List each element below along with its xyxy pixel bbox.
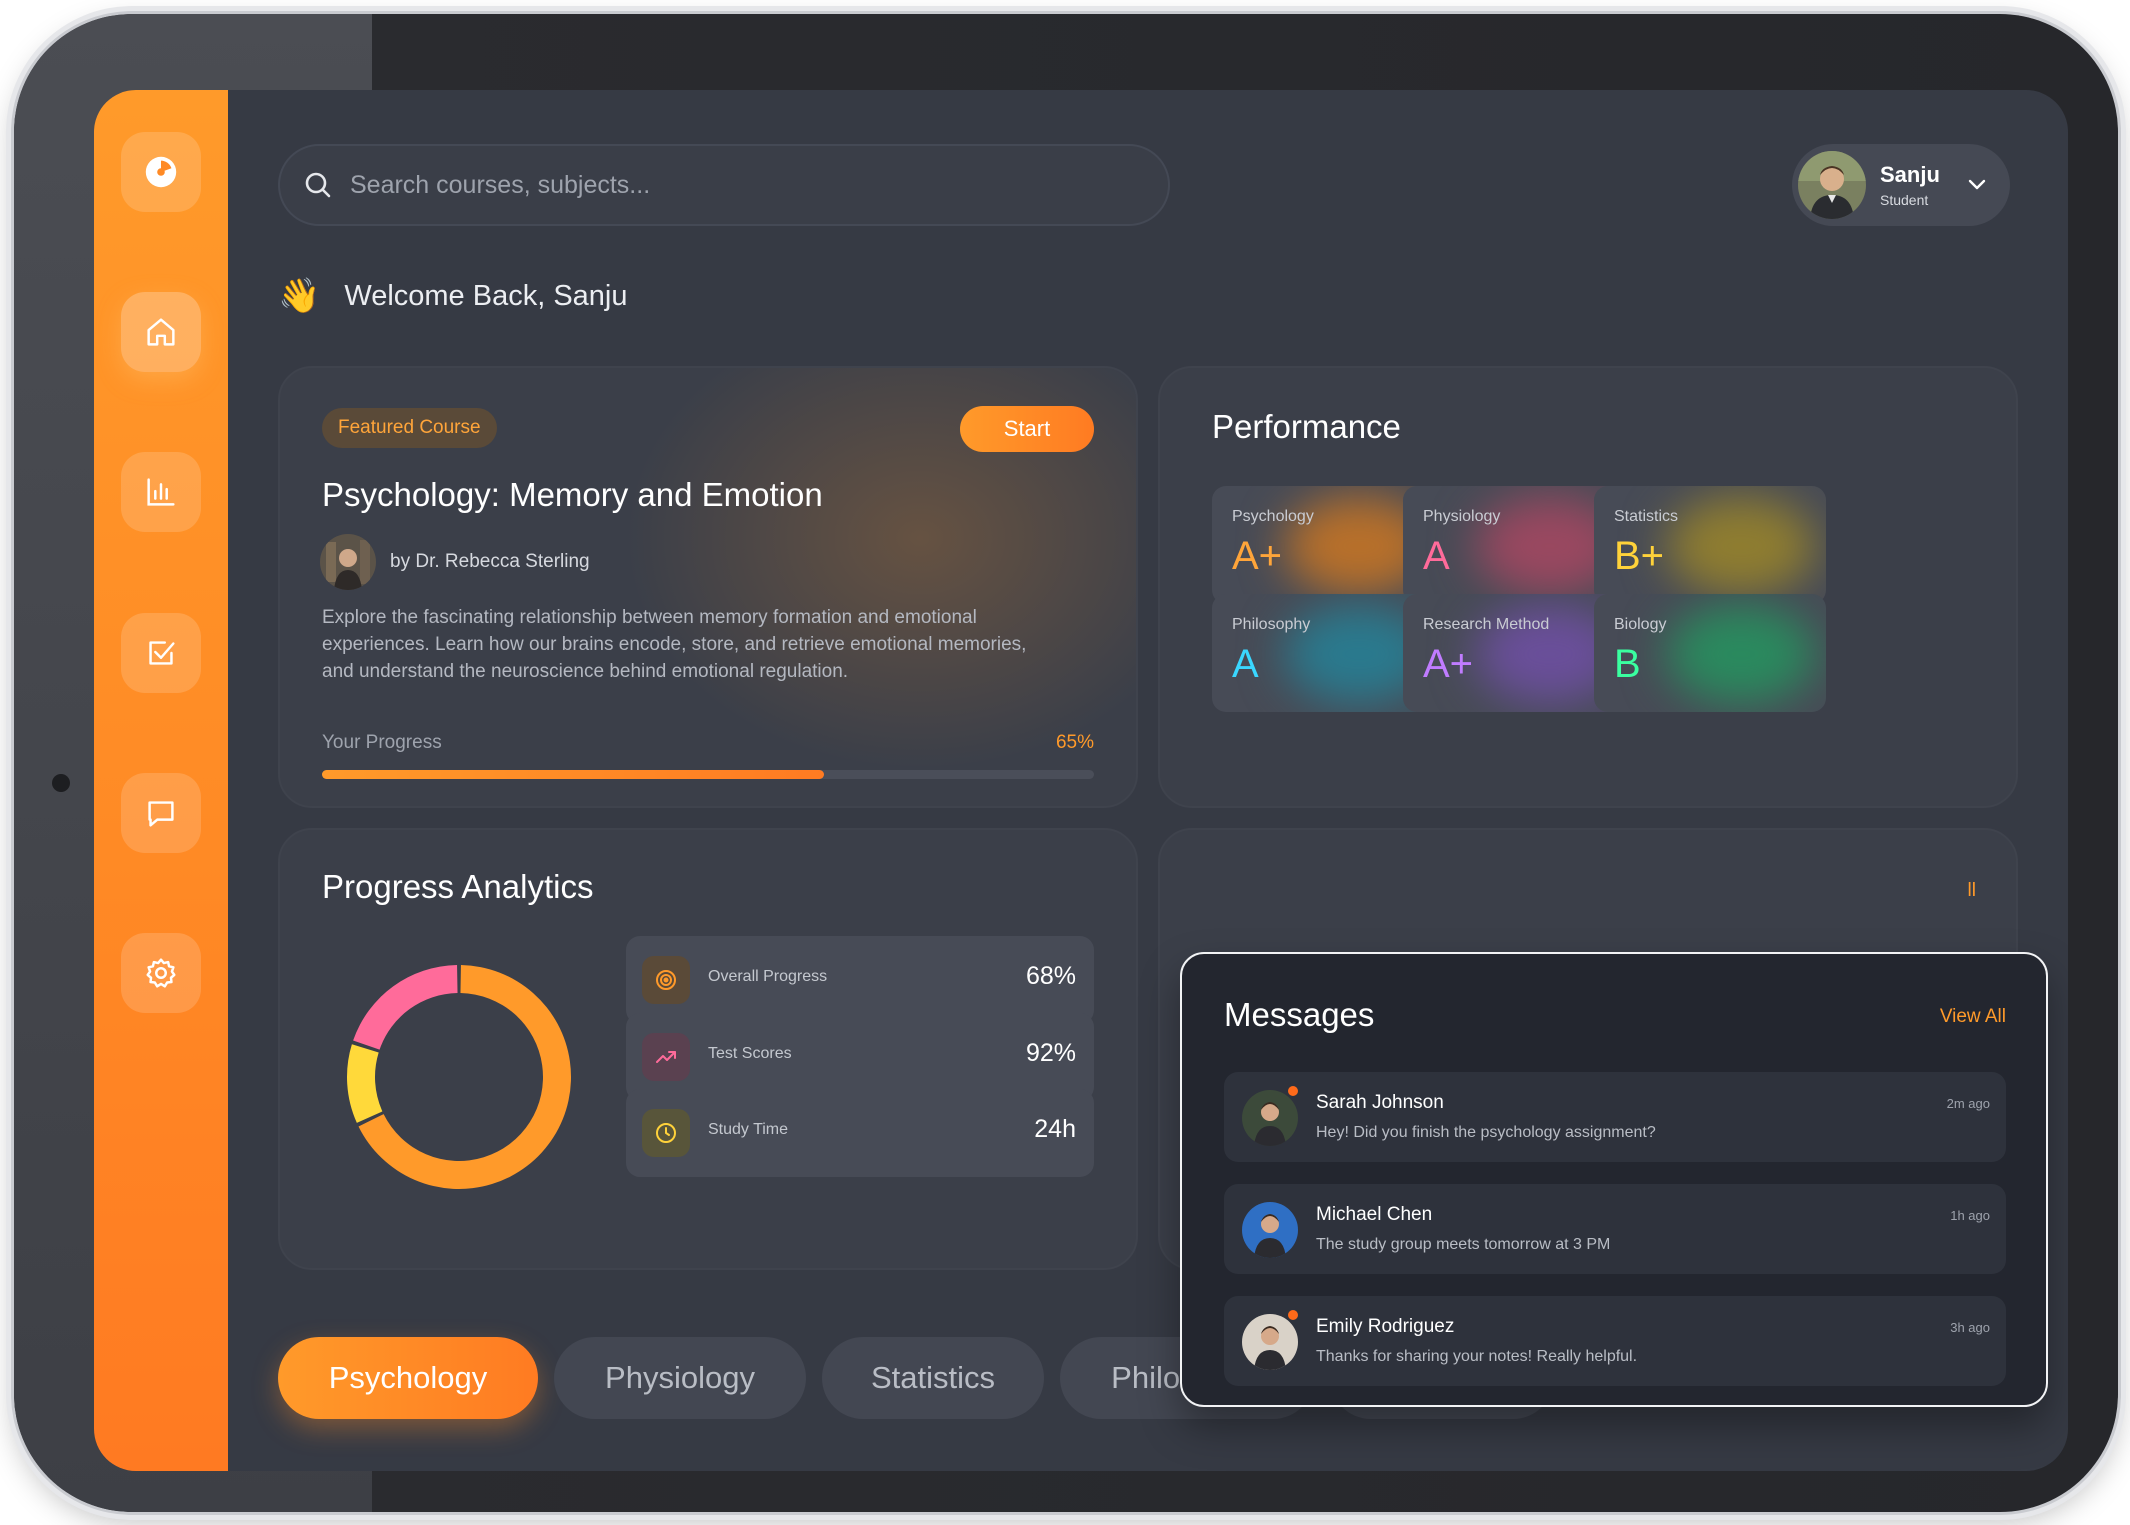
grade-value: A <box>1232 642 1259 686</box>
message-preview: The study group meets tomorrow at 3 PM <box>1316 1236 1611 1253</box>
clock-icon <box>642 1109 690 1157</box>
stat-study-time: Study Time 24h <box>626 1089 1094 1177</box>
message-item[interactable]: Sarah Johnson Hey! Did you finish the psy… <box>1224 1072 2006 1162</box>
grade-card-biology[interactable]: Biology B <box>1594 594 1826 712</box>
grade-value: A+ <box>1232 534 1283 578</box>
message-avatar <box>1242 1314 1298 1370</box>
target-icon <box>642 956 690 1004</box>
waving-hand-icon: 👋 <box>278 277 321 315</box>
course-description: Explore the fascinating relationship bet… <box>322 607 1027 682</box>
progress-analytics-card: Progress Analytics Overall Progress 68% Te… <box>278 828 1138 1270</box>
search-input[interactable] <box>350 170 1050 200</box>
grade-value: B+ <box>1614 534 1665 578</box>
stat-value: 68% <box>1025 962 1076 990</box>
messages-title: Messages <box>1224 996 1375 1033</box>
welcome-header: 👋 Welcome Back, Sanju <box>278 276 628 316</box>
grade-subject: Physiology <box>1423 508 1501 525</box>
grade-value: A <box>1423 534 1450 578</box>
tablet-frame: Sanju Student 👋 Welcome Back, Sanju Feat… <box>14 14 2118 1512</box>
progress-bar-fill <box>322 770 824 779</box>
instructor: by Dr. Rebecca Sterling <box>320 534 590 590</box>
featured-badge: Featured Course <box>322 408 497 448</box>
grade-glow <box>1666 496 1816 596</box>
grade-subject: Biology <box>1614 616 1667 633</box>
message-item[interactable]: Emily Rodriguez Thanks for sharing your n… <box>1224 1296 2006 1386</box>
course-title: Psychology: Memory and Emotion <box>322 476 823 513</box>
sidebar <box>94 90 228 1471</box>
progress-label: Your Progress <box>322 732 442 753</box>
message-time: 2m ago <box>1946 1096 1990 1111</box>
welcome-text: Welcome Back, Sanju <box>344 279 628 312</box>
chevron-down-icon <box>1968 179 1986 190</box>
bar-chart-icon <box>147 478 175 506</box>
user-profile-menu[interactable]: Sanju Student <box>1792 144 2010 226</box>
instructor-name: by Dr. Rebecca Sterling <box>390 551 590 572</box>
message-avatar <box>1242 1090 1298 1146</box>
featured-course-card: Featured Course Start Psychology: Memory… <box>278 366 1138 808</box>
stat-value: 92% <box>1025 1039 1076 1067</box>
messages-panel: Messages View All Sarah Johnson Hey! Did … <box>1180 952 2048 1407</box>
stat-label: Overall Progress <box>708 968 828 985</box>
instructor-avatar <box>320 534 376 590</box>
message-avatar <box>1242 1202 1298 1258</box>
grade-card-statistics[interactable]: Statistics B+ <box>1594 486 1826 604</box>
app-logo[interactable] <box>121 132 201 212</box>
stat-label: Study Time <box>708 1121 789 1138</box>
tab-statistics[interactable]: Statistics <box>822 1337 1044 1419</box>
logo-icon <box>145 156 177 188</box>
progress-percent: 65% <box>1055 732 1094 753</box>
analytics-title: Progress Analytics <box>322 868 594 905</box>
stat-label: Test Scores <box>708 1045 792 1062</box>
message-preview: Hey! Did you finish the psychology assig… <box>1316 1124 1656 1141</box>
camera <box>52 774 70 792</box>
checkbox-icon <box>149 641 175 665</box>
sidebar-item-home[interactable] <box>121 292 201 372</box>
start-course-button[interactable]: Start <box>960 406 1094 452</box>
user-avatar <box>1798 151 1866 219</box>
message-item[interactable]: Michael Chen The study group meets tomorr… <box>1224 1184 2006 1274</box>
message-sender: Michael Chen <box>1316 1204 1433 1225</box>
unread-indicator <box>1286 1308 1300 1322</box>
message-sender: Emily Rodriguez <box>1316 1316 1455 1337</box>
sidebar-item-settings[interactable] <box>121 933 201 1013</box>
sidebar-item-messages[interactable] <box>121 773 201 853</box>
tab-psychology[interactable]: Psychology <box>278 1337 538 1419</box>
sidebar-item-analytics[interactable] <box>121 452 201 532</box>
tab-physiology[interactable]: Physiology <box>554 1337 806 1419</box>
grade-subject: Research Method <box>1423 616 1550 633</box>
grade-value: A+ <box>1423 642 1474 686</box>
message-time: 3h ago <box>1950 1320 1990 1335</box>
home-icon <box>147 318 175 346</box>
grade-glow <box>1666 604 1816 704</box>
grade-value: B <box>1614 642 1641 686</box>
gear-icon <box>146 958 176 988</box>
progress-bar <box>322 770 1094 779</box>
message-sender: Sarah Johnson <box>1316 1092 1444 1113</box>
chat-icon <box>148 801 174 827</box>
unread-indicator <box>1286 1084 1300 1098</box>
stat-value: 24h <box>1034 1115 1076 1143</box>
search-bar[interactable] <box>278 144 1170 226</box>
message-time: 1h ago <box>1950 1208 1990 1223</box>
donut-segment-pink <box>353 965 458 1050</box>
grade-subject: Philosophy <box>1232 616 1311 633</box>
app-screen: Sanju Student 👋 Welcome Back, Sanju Feat… <box>94 90 2068 1471</box>
grade-subject: Statistics <box>1614 508 1679 525</box>
grade-subject: Psychology <box>1232 508 1314 525</box>
performance-title: Performance <box>1212 408 1401 445</box>
stat-test-scores: Test Scores 92% <box>626 1013 1094 1101</box>
donut-segment-yellow <box>347 1044 383 1123</box>
search-icon <box>305 172 331 198</box>
view-all-link[interactable]: View All <box>1940 1006 2006 1028</box>
message-preview: Thanks for sharing your notes! Really he… <box>1316 1348 1638 1365</box>
user-name: Sanju <box>1880 162 1940 187</box>
sidebar-item-tasks[interactable] <box>121 613 201 693</box>
background-card-link[interactable]: ll <box>1968 880 1976 902</box>
progress-donut-chart <box>347 965 571 1189</box>
trending-up-icon <box>642 1033 690 1081</box>
stat-overall-progress: Overall Progress 68% <box>626 936 1094 1024</box>
user-role: Student <box>1880 192 1929 208</box>
performance-card: Performance Psychology A+ Physiology A Stati… <box>1158 366 2018 808</box>
